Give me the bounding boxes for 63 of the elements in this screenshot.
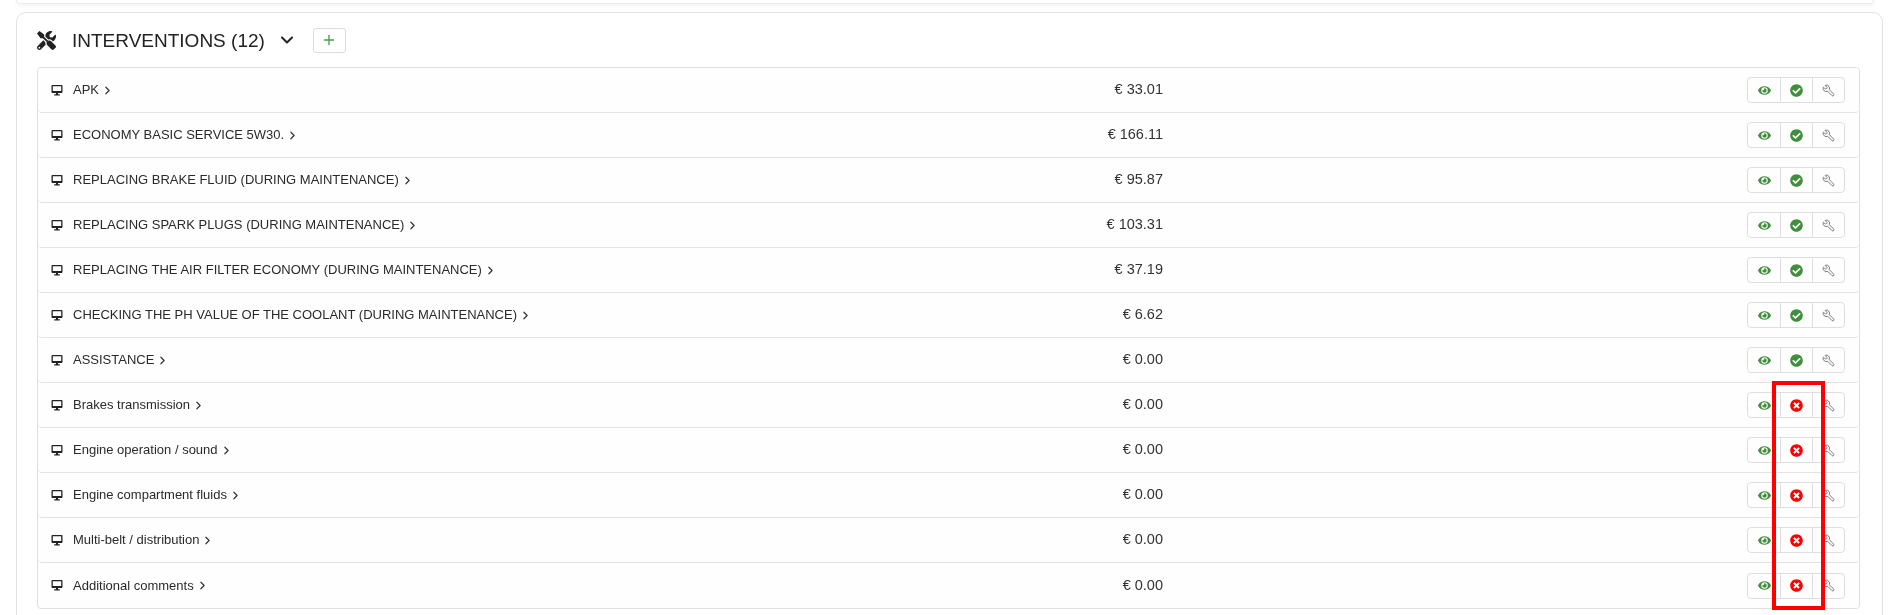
wrench-icon [1822,579,1835,592]
wrench-icon [1822,263,1835,277]
eye-icon [1757,173,1771,187]
price-text: € 0.00 [1122,575,1163,595]
eye-icon [1757,579,1771,592]
price-text: € 33.01 [1114,80,1163,100]
price-text: € 103.31 [1106,215,1163,235]
eye-icon [1757,83,1771,97]
intervention-link[interactable]: Engine operation / sound [73,440,233,460]
monitor-icon [51,219,63,231]
price-text: € 0.00 [1122,530,1163,550]
price-text: € 0.00 [1122,350,1163,370]
price-text: € 0.00 [1122,440,1163,460]
section-title: INTERVENTIONS (12) [72,30,265,50]
eye-icon [1757,263,1771,277]
wrench-icon [1822,533,1835,547]
eye-icon [1757,218,1771,232]
monitor-icon [51,489,63,501]
wrench-icon [1822,218,1835,232]
intervention-link[interactable]: Additional comments [73,575,209,596]
tools-icon [37,30,56,50]
intervention-link[interactable]: ASSISTANCE [73,350,170,370]
intervention-link[interactable]: Multi-belt / distribution [73,530,215,550]
eye-icon [1757,353,1771,367]
wrench-icon [1822,353,1835,367]
intervention-link[interactable]: APK [73,80,114,100]
eye-icon [1757,308,1771,322]
wrench-icon [1822,488,1835,502]
price-text: € 37.19 [1114,260,1163,280]
wrench-icon [1822,398,1835,412]
eye-icon [1757,533,1771,547]
intervention-link[interactable]: CHECKING THE PH VALUE OF THE COOLANT (DURING MAINTENANCE) [73,305,532,325]
eye-icon [1757,128,1771,142]
monitor-icon [51,264,63,276]
monitor-icon [51,174,63,186]
price-text: € 166.11 [1107,125,1163,145]
price-text: € 95.87 [1114,170,1163,190]
eye-icon [1757,398,1771,412]
intervention-link[interactable]: REPLACING BRAKE FLUID (DURING MAINTENANCE) [73,170,414,190]
intervention-link[interactable]: REPLACING THE AIR FILTER ECONOMY (DURING MAINTENANCE) [73,260,497,280]
wrench-icon [1822,128,1835,142]
wrench-icon [1822,83,1835,97]
price-text: € 0.00 [1122,485,1163,505]
monitor-icon [51,444,63,456]
monitor-icon [51,84,63,96]
intervention-link[interactable]: ECONOMY BASIC SERVICE 5W30. [73,125,300,145]
intervention-link[interactable]: Engine compartment fluids [73,485,242,505]
wrench-icon [1822,443,1835,457]
price-text: € 6.62 [1122,305,1163,325]
intervention-link[interactable]: Brakes transmission [73,395,206,415]
eye-icon [1757,443,1771,457]
monitor-icon [51,399,63,411]
wrench-icon [1822,173,1835,187]
monitor-icon [51,309,63,321]
monitor-icon [51,129,63,141]
price-text: € 0.00 [1122,395,1163,415]
monitor-icon [51,534,63,546]
wrench-icon [1822,308,1835,322]
intervention-link[interactable]: REPLACING SPARK PLUGS (DURING MAINTENANCE) [73,215,420,235]
monitor-icon [51,354,63,366]
monitor-icon [51,580,63,591]
eye-icon [1757,488,1771,502]
add-button[interactable] [312,27,346,53]
